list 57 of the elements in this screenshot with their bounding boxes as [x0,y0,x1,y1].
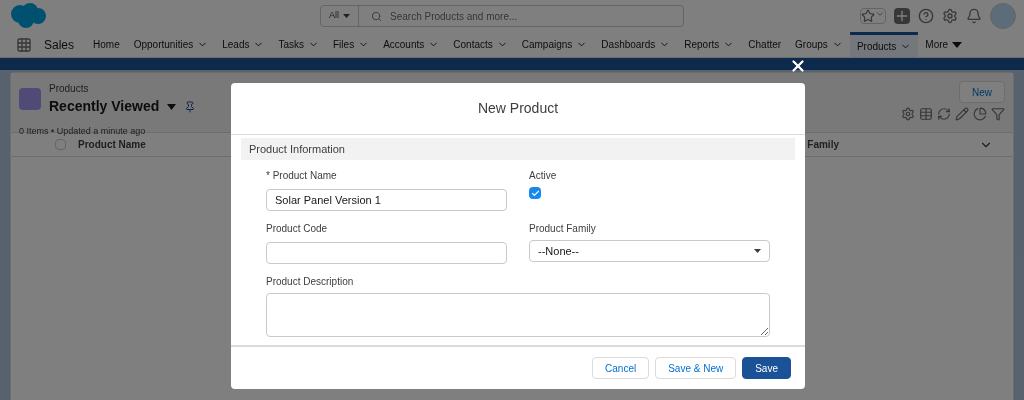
cloud-logo[interactable] [8,2,48,30]
nav-tab[interactable]: Products [849,32,919,57]
add-icon[interactable] [894,8,910,24]
nav-tab[interactable]: Home [86,32,127,57]
new-button[interactable]: New [959,81,1005,103]
column-header[interactable]: Family [807,137,839,152]
modal-title: New Product [477,99,559,118]
nav-tab[interactable]: Groups [788,32,850,57]
products-icon [19,88,41,110]
field-label: Product Code [266,223,328,234]
text-field[interactable] [266,242,507,264]
nav-tab[interactable]: Chatter [741,32,789,57]
field-label: * Product Name [266,170,337,181]
nav-tab[interactable]: Dashboards [594,32,678,57]
app-launcher-icon[interactable] [16,36,32,53]
footer-button[interactable]: Cancel [592,357,650,379]
save-button[interactable]: Save [742,357,791,379]
app-name: Sales [44,36,75,54]
filter-icon[interactable] [991,107,1005,121]
notifications-icon[interactable] [966,8,982,24]
column-header[interactable]: Product Name [78,137,146,152]
nav-tab[interactable]: Accounts [376,32,447,57]
close-icon[interactable] [789,57,807,75]
nav-tab[interactable]: Opportunities [126,32,216,57]
favorites-icon[interactable] [860,8,886,24]
field-label: Active [529,170,557,181]
section-header[interactable]: Product Information [241,138,795,160]
help-icon[interactable] [918,8,934,24]
caret-icon[interactable] [167,103,177,110]
pin-icon[interactable] [184,100,197,113]
list-status: 0 Items • Updated a minute ago [19,125,147,138]
nav-tab[interactable]: Leads [215,32,272,57]
nav-tab[interactable]: Campaigns [514,32,595,57]
checkbox[interactable] [529,187,541,199]
object-label: Products [49,82,90,96]
nav-tab[interactable]: Tasks [271,32,326,57]
settings-icon[interactable] [901,107,915,121]
nav-tab[interactable]: More [918,32,970,57]
nav-tab[interactable]: Files [326,32,377,57]
nav-tab[interactable]: Contacts [446,32,515,57]
refresh-icon[interactable] [937,107,951,121]
caret-icon [754,249,761,253]
edit-icon[interactable] [955,107,969,121]
header-checkbox[interactable] [55,139,66,150]
settings-icon[interactable] [942,8,958,24]
caret-icon [952,41,963,48]
textarea-field[interactable] [266,293,770,337]
field-label: Product Description [266,276,354,287]
table-icon[interactable] [919,107,933,121]
avatar[interactable] [990,3,1016,29]
chart-icon[interactable] [973,107,987,121]
select-field[interactable]: --None-- [529,240,770,262]
footer-button[interactable]: Save & New [655,357,737,379]
nav-tab[interactable]: Reports [677,32,742,57]
text-field[interactable]: Solar Panel Version 1 [266,189,507,211]
list-view-title[interactable]: Recently Viewed [49,96,160,117]
field-label: Product Family [529,223,596,234]
